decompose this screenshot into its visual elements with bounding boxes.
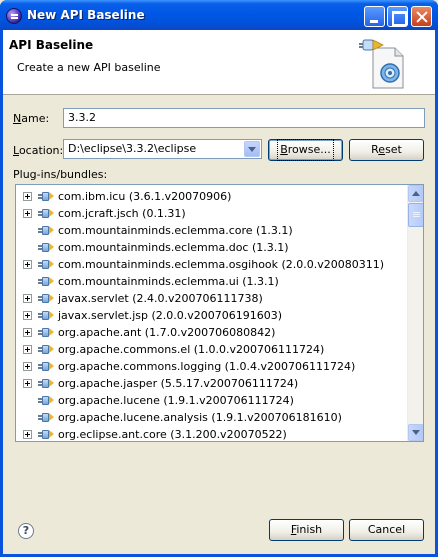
plugins-tree[interactable]: com.ibm.icu (3.6.1.v20070906) com.jcraft.…	[15, 184, 424, 442]
eclipse-icon	[6, 8, 22, 24]
wizard-banner: API Baseline Create a new API baseline	[3, 30, 435, 95]
plugin-icon	[38, 361, 54, 372]
plugin-row[interactable]: org.apache.jasper (5.5.17.v200706111724)	[16, 375, 406, 392]
plugin-icon	[38, 378, 54, 389]
plugin-icon	[38, 412, 54, 423]
plugin-label: com.mountainminds.eclemma.osgihook (2.0.…	[58, 258, 385, 271]
plugin-row[interactable]: com.mountainminds.eclemma.core (1.3.1)	[16, 222, 406, 239]
dialog-client: API Baseline Create a new API baseline N…	[3, 30, 435, 554]
plugin-label: org.apache.lucene (1.9.1.v200706111724)	[58, 394, 294, 407]
close-button[interactable]	[411, 6, 432, 27]
plugin-label: javax.servlet.jsp (2.0.0.v200706191603)	[58, 309, 283, 322]
finish-button[interactable]: Finish	[269, 519, 344, 541]
expand-icon[interactable]	[23, 294, 32, 303]
vertical-scrollbar[interactable]	[407, 185, 423, 441]
name-field[interactable]: 3.3.2	[63, 108, 425, 128]
expand-icon[interactable]	[23, 311, 32, 320]
window-title: New API Baseline	[27, 8, 145, 22]
plugin-row[interactable]: org.eclipse.ant.core (3.1.200.v20070522)	[16, 426, 406, 441]
minimize-button[interactable]	[364, 6, 385, 27]
plugin-icon	[38, 344, 54, 355]
plugin-row[interactable]: com.mountainminds.eclemma.doc (1.3.1)	[16, 239, 406, 256]
location-value: D:\eclipse\3.3.2\eclipse	[68, 142, 197, 155]
expand-icon[interactable]	[23, 345, 32, 354]
plugin-icon	[38, 242, 54, 253]
plugin-icon	[38, 225, 54, 236]
plugin-row[interactable]: org.apache.commons.logging (1.0.4.v20070…	[16, 358, 406, 375]
api-baseline-icon	[359, 39, 404, 89]
plugin-icon	[38, 327, 54, 338]
expand-icon[interactable]	[23, 260, 32, 269]
name-label: Name:	[13, 112, 50, 125]
expand-icon[interactable]	[23, 209, 32, 218]
plugin-row[interactable]: com.ibm.icu (3.6.1.v20070906)	[16, 188, 406, 205]
plugin-row[interactable]: org.apache.lucene (1.9.1.v200706111724)	[16, 392, 406, 409]
plugin-label: com.ibm.icu (3.6.1.v20070906)	[58, 190, 232, 203]
plugin-icon	[38, 276, 54, 287]
location-label: Location:	[13, 144, 64, 157]
plugin-row[interactable]: com.jcraft.jsch (0.1.31)	[16, 205, 406, 222]
help-icon[interactable]: ?	[18, 523, 34, 539]
plugin-row[interactable]: org.apache.ant (1.7.0.v200706080842)	[16, 324, 406, 341]
plugin-row[interactable]: com.mountainminds.eclemma.ui (1.3.1)	[16, 273, 406, 290]
plugin-icon	[38, 191, 54, 202]
reset-button[interactable]: Reset	[349, 139, 424, 161]
plugin-label: org.apache.jasper (5.5.17.v200706111724)	[58, 377, 299, 390]
plugin-icon	[38, 429, 54, 440]
plugin-label: org.apache.commons.el (1.0.0.v2007061117…	[58, 343, 325, 356]
expand-icon[interactable]	[23, 362, 32, 371]
plugin-label: com.mountainminds.eclemma.doc (1.3.1)	[58, 241, 289, 254]
expand-icon[interactable]	[23, 379, 32, 388]
plugin-label: org.eclipse.ant.core (3.1.200.v20070522)	[58, 428, 287, 441]
maximize-button[interactable]	[387, 6, 408, 27]
plugin-icon	[38, 259, 54, 270]
title-bar[interactable]: New API Baseline	[0, 0, 438, 30]
expand-icon[interactable]	[23, 430, 32, 439]
scroll-down-button[interactable]	[408, 424, 423, 441]
plugin-label: com.jcraft.jsch (0.1.31)	[58, 207, 186, 220]
scroll-thumb[interactable]	[408, 203, 423, 227]
plugin-label: org.apache.lucene.analysis (1.9.1.v20070…	[58, 411, 342, 424]
banner-message: Create a new API baseline	[17, 61, 161, 74]
plugin-icon	[38, 310, 54, 321]
plugin-icon	[38, 293, 54, 304]
plugin-label: com.mountainminds.eclemma.ui (1.3.1)	[58, 275, 279, 288]
location-combo[interactable]: D:\eclipse\3.3.2\eclipse	[63, 139, 262, 159]
scroll-up-button[interactable]	[408, 185, 423, 202]
plugin-row[interactable]: javax.servlet (2.4.0.v200706111738)	[16, 290, 406, 307]
cancel-button[interactable]: Cancel	[349, 519, 424, 541]
plugin-row[interactable]: javax.servlet.jsp (2.0.0.v200706191603)	[16, 307, 406, 324]
plugin-row[interactable]: org.apache.lucene.analysis (1.9.1.v20070…	[16, 409, 406, 426]
plugin-icon	[38, 395, 54, 406]
plugin-label: org.apache.ant (1.7.0.v200706080842)	[58, 326, 276, 339]
expand-icon[interactable]	[23, 328, 32, 337]
plugin-label: com.mountainminds.eclemma.core (1.3.1)	[58, 224, 293, 237]
plugin-label: org.apache.commons.logging (1.0.4.v20070…	[58, 360, 356, 373]
plugin-label: javax.servlet (2.4.0.v200706111738)	[58, 292, 263, 305]
plugin-icon	[38, 208, 54, 219]
browse-button[interactable]: Browse...	[268, 139, 343, 161]
banner-title: API Baseline	[9, 38, 94, 52]
expand-icon[interactable]	[23, 192, 32, 201]
plugin-row[interactable]: org.apache.commons.el (1.0.0.v2007061117…	[16, 341, 406, 358]
plugin-row[interactable]: com.mountainminds.eclemma.osgihook (2.0.…	[16, 256, 406, 273]
dialog-window: New API Baseline API Baseline Create a n…	[0, 0, 438, 557]
chevron-down-icon[interactable]	[244, 141, 260, 157]
plugins-label: Plug-ins/bundles:	[13, 168, 108, 181]
